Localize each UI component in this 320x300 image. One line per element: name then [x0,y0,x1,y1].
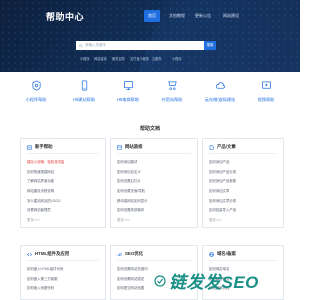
doc-link[interactable]: 如何添加自定义 [117,167,148,177]
h5-site-icon [81,80,87,91]
doc-link[interactable]: 如何设置网站描述 [117,274,148,284]
code-icon [27,252,32,256]
doc-link[interactable]: 如何添加产品 [209,157,236,167]
doc-link[interactable]: 建站小攻略，轻松涨流量 [27,157,64,167]
card-divider [117,260,191,261]
card-title: 域名/备案 [217,251,236,256]
card-header: 产品/文章 [209,144,236,150]
card-decoration: 网站装修 如何添加模块 如何添加自定义 如何设置幻灯片 如何设置页面/导航 移动… [110,138,198,228]
card-divider [209,260,277,261]
card-beginner: 新手帮助 建站小攻略，轻松涨流量 如何快速搭建网站 了解网站界面功能 网站建设流… [20,138,106,228]
trade-site-icon [167,81,177,90]
card-title: 新手帮助 [35,144,53,149]
card-divider [27,153,99,154]
doc-link[interactable]: 如何嵌入HTML组件代码 [27,264,63,274]
doc-link[interactable]: 如何添加模块 [117,157,148,167]
card-title: SEO优化 [125,251,144,256]
category-video[interactable]: 视频帮助 [246,80,286,110]
category-label: 外贸站帮助 [161,97,183,102]
category-cloud[interactable]: 云存储/虚拟建站 [200,80,240,110]
site-logo[interactable]: 帮助中心 [46,10,84,23]
card-html: HTML组件及应用 如何嵌入HTML组件代码 如何嵌入第三方客服 如何嵌入地图代… [20,245,106,300]
card-header: 新手帮助 [27,144,53,150]
card-header: 网站装修 [117,144,143,150]
search-button[interactable]: 搜索 [204,41,216,50]
doc-link[interactable]: 如何批量导入产品 [209,205,236,215]
card-title: 产品/文章 [217,144,236,149]
globe-icon [209,251,214,257]
card-divider [117,153,191,154]
doc-link[interactable]: 如何设置底部模块 [117,205,148,215]
category-trade-site[interactable]: 外贸站帮助 [152,80,192,110]
doc-link[interactable]: 如何嵌入第三方客服 [27,274,63,284]
category-mini-program[interactable]: 小程序帮助 [16,80,56,110]
hot-link[interactable]: 小程序 [172,56,182,61]
card-divider [27,260,99,261]
category-label: 视频帮助 [257,97,275,102]
nav-docs[interactable]: 文档教程 [166,10,188,22]
mini-program-icon [31,80,41,91]
doc-link[interactable]: 如何设置网站关键词 [117,264,148,274]
category-label: 云存储/虚拟建站 [204,97,236,102]
doc-link[interactable]: 如何提交网站地图 [117,283,148,293]
doc-link[interactable]: 如何设置幻灯片 [117,176,148,186]
category-h5-site[interactable]: H5建站帮助 [64,80,104,110]
search-icon [79,43,83,48]
nav-updates[interactable]: 更新公告 [192,10,214,22]
video-icon [261,81,271,89]
search-placeholder: 请输入关键字 [85,43,106,47]
card-header: 域名/备案 [209,251,236,257]
doc-link[interactable]: 网站建设流程说明 [27,186,64,196]
card-header: SEO优化 [117,251,143,257]
docs-section-title: 帮助文档 [139,126,160,132]
search-bar: 请输入关键字 搜索 [76,41,216,50]
category-label: H5电商帮助 [116,97,140,102]
doc-link[interactable]: 如何添加产品分类 [209,167,236,177]
doc-link[interactable]: 设置网站管理员 [27,205,64,215]
layout-icon [117,144,122,150]
watermark-logo-icon [154,274,166,287]
card-header: HTML组件及应用 [27,251,69,257]
watermark: 链发发SEO [154,268,259,293]
chart-icon [117,252,122,256]
doc-link[interactable]: 了解网站界面功能 [27,176,64,186]
hot-link[interactable]: 云服务 [152,56,162,61]
search-input[interactable]: 请输入关键字 [76,41,204,50]
hero-banner: 帮助中心 首页 文档教程 更新公告 网站建设 请输入关键字 搜索 小程序 网站建… [0,0,300,72]
hot-link[interactable]: 网站建设 [94,56,107,61]
category-label: 小程序帮助 [25,97,47,102]
card-divider [209,153,277,154]
card-products: 产品/文章 如何添加产品 如何添加产品分类 如何添加产品参数 如何添加文章 如何… [202,138,284,228]
hot-link[interactable]: 小程序 [80,56,90,61]
doc-link[interactable]: 如何添加产品参数 [209,176,236,186]
doc-link[interactable]: 如何嵌入地图代码 [27,283,63,293]
book-icon [27,144,32,150]
nav-site-building[interactable]: 网站建设 [220,10,242,22]
hot-link[interactable]: 服务定制 [112,56,125,61]
more-link[interactable]: 更多>>> [209,215,236,225]
doc-link[interactable]: 如何设置页面/导航 [117,186,148,196]
card-title: 网站装修 [125,144,143,149]
h5-shop-icon [123,81,133,90]
category-row: 小程序帮助 H5建站帮助 H5电商帮助 外贸站帮助 云存储/虚拟建站 视频帮助 [0,80,300,110]
doc-link[interactable]: 如何添加文章 [209,186,236,196]
doc-link[interactable]: 怎么建站网站的LOGO [27,195,64,205]
category-label: H5建站帮助 [72,97,96,102]
document-icon [209,144,214,150]
watermark-text: 链发发SEO [169,273,259,292]
card-title: HTML组件及应用 [35,251,70,256]
nav-home[interactable]: 首页 [144,10,160,22]
doc-link[interactable]: 如何快速搭建网站 [27,167,64,177]
hot-link[interactable]: 支付宝小程序 [130,56,149,61]
more-link[interactable]: 更多>>> [117,215,148,225]
more-link[interactable]: 更多>>> [27,215,64,225]
doc-link[interactable]: 移动端网站如何显示 [117,195,148,205]
category-h5-shop[interactable]: H5电商帮助 [108,80,148,110]
cloud-icon [215,82,225,89]
doc-link[interactable]: 如何添加文章分类 [209,195,236,205]
